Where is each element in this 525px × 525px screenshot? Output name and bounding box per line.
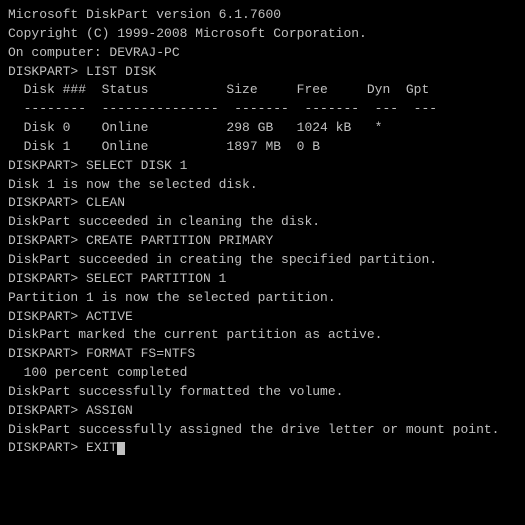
active-result: DiskPart marked the current partition as… xyxy=(8,326,517,345)
cursor xyxy=(117,442,125,455)
create-result: DiskPart succeeded in creating the speci… xyxy=(8,251,517,270)
disk0: Disk 0 Online 298 GB 1024 kB * xyxy=(8,119,517,138)
select-part-cmd: DISKPART> SELECT PARTITION 1 xyxy=(8,270,517,289)
version-line: Microsoft DiskPart version 6.1.7600 xyxy=(8,6,517,25)
select-disk-cmd: DISKPART> SELECT DISK 1 xyxy=(8,157,517,176)
list-disk-cmd: DISKPART> LIST DISK xyxy=(8,63,517,82)
clean-result: DiskPart succeeded in cleaning the disk. xyxy=(8,213,517,232)
disk1: Disk 1 Online 1897 MB 0 B xyxy=(8,138,517,157)
disk-header: Disk ### Status Size Free Dyn Gpt xyxy=(8,81,517,100)
select-part-result: Partition 1 is now the selected partitio… xyxy=(8,289,517,308)
terminal-window: Microsoft DiskPart version 6.1.7600Copyr… xyxy=(0,0,525,525)
clean-cmd: DISKPART> CLEAN xyxy=(8,194,517,213)
assign-cmd: DISKPART> ASSIGN xyxy=(8,402,517,421)
format-result: DiskPart successfully formatted the volu… xyxy=(8,383,517,402)
create-cmd: DISKPART> CREATE PARTITION PRIMARY xyxy=(8,232,517,251)
exit-cmd: DISKPART> EXIT xyxy=(8,439,517,458)
select-disk-result: Disk 1 is now the selected disk. xyxy=(8,176,517,195)
format-cmd: DISKPART> FORMAT FS=NTFS xyxy=(8,345,517,364)
computer-line: On computer: DEVRAJ-PC xyxy=(8,44,517,63)
assign-result: DiskPart successfully assigned the drive… xyxy=(8,421,517,440)
format-progress: 100 percent completed xyxy=(8,364,517,383)
copyright-line: Copyright (C) 1999-2008 Microsoft Corpor… xyxy=(8,25,517,44)
active-cmd: DISKPART> ACTIVE xyxy=(8,308,517,327)
disk-divider: -------- --------------- ------- -------… xyxy=(8,100,517,119)
